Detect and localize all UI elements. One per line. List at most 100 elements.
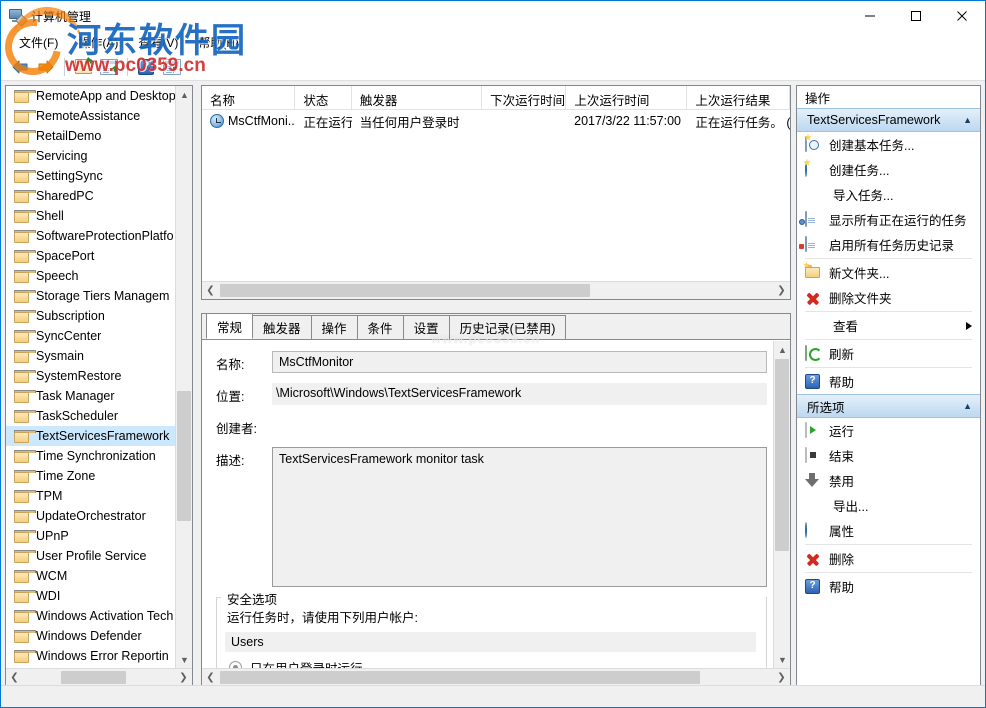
action-item[interactable]: 创建任务... bbox=[797, 157, 980, 182]
column-header[interactable]: 名称 bbox=[202, 86, 295, 109]
chevron-up-icon[interactable]: ▲ bbox=[963, 115, 972, 125]
action-item[interactable]: 显示所有正在运行的任务 bbox=[797, 207, 980, 232]
detail-horizontal-scrollbar[interactable]: ❮ ❯ bbox=[202, 668, 790, 686]
detail-hscroll-right-icon[interactable]: ❯ bbox=[773, 669, 790, 686]
menu-action[interactable]: 操作(A) bbox=[68, 32, 128, 53]
action-item[interactable]: 导出... bbox=[797, 493, 980, 518]
tree-item[interactable]: Windows Error Reportin bbox=[6, 646, 175, 666]
tab-1[interactable]: 触发器 bbox=[252, 315, 312, 339]
tree-item[interactable]: Servicing bbox=[6, 146, 175, 166]
detail-scroll-down-icon[interactable]: ▼ bbox=[774, 651, 790, 668]
tree-item[interactable]: RetailDemo bbox=[6, 126, 175, 146]
tree-scroll-up-icon[interactable]: ▲ bbox=[176, 86, 193, 103]
help-button[interactable]: ? bbox=[133, 55, 159, 79]
tree-item[interactable]: WCM bbox=[6, 566, 175, 586]
tree-hscroll-left-icon[interactable]: ❮ bbox=[6, 669, 23, 686]
tree-item[interactable]: TPM bbox=[6, 486, 175, 506]
tree-item[interactable]: TaskScheduler bbox=[6, 406, 175, 426]
column-header[interactable]: 触发器 bbox=[352, 86, 482, 109]
action-item[interactable]: 启用所有任务历史记录 bbox=[797, 232, 980, 257]
tree-item[interactable]: SystemRestore bbox=[6, 366, 175, 386]
tree-item[interactable]: UpdateOrchestrator bbox=[6, 506, 175, 526]
tree-item[interactable]: RemoteApp and Desktop bbox=[6, 86, 175, 106]
action-item[interactable]: 结束 bbox=[797, 443, 980, 468]
column-header[interactable]: 上次运行时间 bbox=[566, 86, 687, 109]
detail-hscroll-left-icon[interactable]: ❮ bbox=[202, 669, 219, 686]
radio-run-when-logged-on[interactable]: 只在用户登录时运行 bbox=[229, 658, 756, 668]
actions-section-header[interactable]: TextServicesFramework▲ bbox=[797, 108, 980, 132]
action-item[interactable]: 查看 bbox=[797, 313, 980, 338]
radio-logged-on-icon[interactable] bbox=[229, 661, 242, 668]
tree-item[interactable]: Windows Activation Tech bbox=[6, 606, 175, 626]
tree-item[interactable]: TextServicesFramework bbox=[6, 426, 175, 446]
tree-item[interactable]: User Profile Service bbox=[6, 546, 175, 566]
detail-scroll-thumb[interactable] bbox=[775, 359, 789, 551]
tree-hscroll-thumb[interactable] bbox=[61, 671, 126, 684]
action-item[interactable]: ?帮助 bbox=[797, 369, 980, 394]
action-item[interactable]: 属性 bbox=[797, 518, 980, 543]
tasklist-hscroll-right-icon[interactable]: ❯ bbox=[773, 282, 790, 299]
column-header[interactable]: 上次运行结果 bbox=[687, 86, 790, 109]
column-header[interactable]: 状态 bbox=[295, 86, 352, 109]
tree-item[interactable]: SoftwareProtectionPlatfo bbox=[6, 226, 175, 246]
column-header[interactable]: 下次运行时间 bbox=[482, 86, 566, 109]
tree-item[interactable]: RemoteAssistance bbox=[6, 106, 175, 126]
tree-hscroll-right-icon[interactable]: ❯ bbox=[175, 669, 192, 686]
tree-item[interactable]: Storage Tiers Managem bbox=[6, 286, 175, 306]
menu-help[interactable]: 帮助(H) bbox=[188, 32, 249, 53]
tab-0[interactable]: 常规 bbox=[206, 313, 253, 339]
maximize-button[interactable] bbox=[893, 1, 939, 31]
tree-item[interactable]: Shell bbox=[6, 206, 175, 226]
field-description-value[interactable]: TextServicesFramework monitor task bbox=[272, 447, 767, 587]
action-item[interactable]: 导入任务... bbox=[797, 182, 980, 207]
action-item[interactable]: 运行 bbox=[797, 418, 980, 443]
menu-view[interactable]: 查看(V) bbox=[128, 32, 188, 53]
field-name-value[interactable]: MsCtfMonitor bbox=[272, 351, 767, 373]
tree-item[interactable]: Time Zone bbox=[6, 466, 175, 486]
back-button[interactable] bbox=[7, 55, 33, 79]
tree-item[interactable]: Time Synchronization bbox=[6, 446, 175, 466]
tasklist-hscroll-left-icon[interactable]: ❮ bbox=[202, 282, 219, 299]
tree-vertical-scrollbar[interactable]: ▲ ▼ bbox=[175, 86, 192, 668]
tree-scroll-thumb[interactable] bbox=[177, 391, 191, 521]
table-row[interactable]: MsCtfMoni...正在运行当任何用户登录时2017/3/22 11:57:… bbox=[202, 110, 790, 132]
show-tree-pane-button[interactable] bbox=[159, 55, 185, 79]
action-item[interactable]: 删除文件夹 bbox=[797, 285, 980, 310]
properties-button[interactable] bbox=[70, 55, 96, 79]
chevron-up-icon[interactable]: ▲ bbox=[963, 401, 972, 411]
tab-3[interactable]: 条件 bbox=[357, 315, 404, 339]
action-item[interactable]: 删除 bbox=[797, 546, 980, 571]
task-list-horizontal-scrollbar[interactable]: ❮ ❯ bbox=[202, 281, 790, 299]
action-item[interactable]: 刷新 bbox=[797, 341, 980, 366]
action-item[interactable]: 禁用 bbox=[797, 468, 980, 493]
tree-item[interactable]: SharedPC bbox=[6, 186, 175, 206]
chevron-right-icon[interactable] bbox=[966, 322, 972, 330]
tree-item[interactable]: Windows Defender bbox=[6, 626, 175, 646]
action-item[interactable]: ?帮助 bbox=[797, 574, 980, 599]
detail-vertical-scrollbar[interactable]: ▲ ▼ bbox=[773, 341, 790, 668]
tab-4[interactable]: 设置 bbox=[403, 315, 450, 339]
close-button[interactable] bbox=[939, 1, 985, 31]
tree-item[interactable]: SettingSync bbox=[6, 166, 175, 186]
minimize-button[interactable] bbox=[847, 1, 893, 31]
actions-section-header[interactable]: 所选项▲ bbox=[797, 394, 980, 418]
action-item[interactable]: 新文件夹... bbox=[797, 260, 980, 285]
tab-2[interactable]: 操作 bbox=[311, 315, 358, 339]
tree-horizontal-scrollbar[interactable]: ❮ ❯ bbox=[6, 668, 192, 686]
tree-scroll-down-icon[interactable]: ▼ bbox=[176, 651, 193, 668]
tree-item[interactable]: SyncCenter bbox=[6, 326, 175, 346]
forward-button[interactable] bbox=[33, 55, 59, 79]
tree-item[interactable]: Sysmain bbox=[6, 346, 175, 366]
detail-hscroll-thumb[interactable] bbox=[220, 671, 700, 684]
tree-item[interactable]: Task Manager bbox=[6, 386, 175, 406]
menu-file[interactable]: 文件(F) bbox=[9, 32, 68, 53]
tasklist-hscroll-thumb[interactable] bbox=[220, 284, 590, 297]
detail-scroll-up-icon[interactable]: ▲ bbox=[774, 341, 790, 358]
tree-item[interactable]: Subscription bbox=[6, 306, 175, 326]
action-item[interactable]: 创建基本任务... bbox=[797, 132, 980, 157]
tree-item[interactable]: UPnP bbox=[6, 526, 175, 546]
tab-5[interactable]: 历史记录(已禁用) bbox=[449, 315, 567, 339]
tree-item[interactable]: WDI bbox=[6, 586, 175, 606]
tree-item[interactable]: Speech bbox=[6, 266, 175, 286]
show-action-pane-button[interactable] bbox=[96, 55, 122, 79]
